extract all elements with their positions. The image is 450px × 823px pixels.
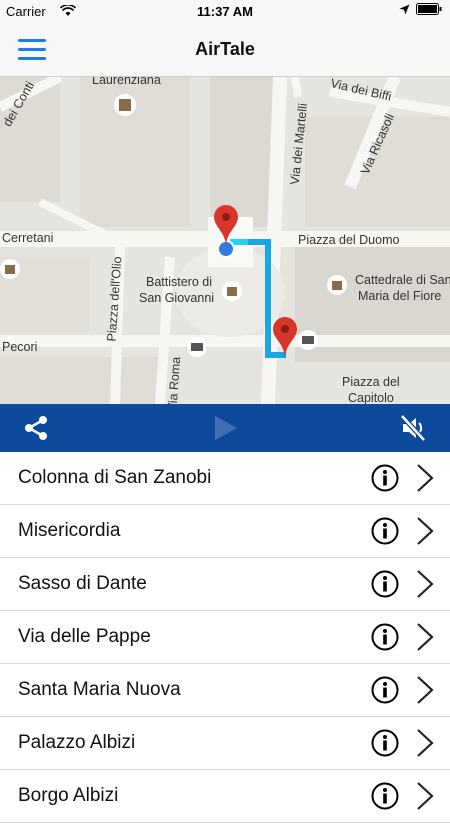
- list-item-label: Sasso di Dante: [18, 573, 147, 594]
- list-item[interactable]: Misericordia: [0, 505, 450, 558]
- chevron-right-icon[interactable]: [414, 675, 436, 705]
- poi-list: Colonna di San Zanobi Misericordia Sasso…: [0, 452, 450, 823]
- list-item-label: Via delle Pappe: [18, 626, 151, 647]
- list-item-label: Palazzo Albizi: [18, 732, 136, 753]
- map-label-maria-del-fiore: Maria del Fiore: [358, 289, 442, 303]
- status-time: 11:37 AM: [197, 4, 253, 19]
- info-icon[interactable]: [371, 517, 399, 545]
- info-icon[interactable]: [371, 623, 399, 651]
- map-label-cerretani: Cerretani: [2, 231, 54, 245]
- chevron-right-icon[interactable]: [414, 569, 436, 599]
- library-poi-icon: [114, 94, 136, 116]
- list-item[interactable]: Palazzo Albizi: [0, 717, 450, 770]
- list-item[interactable]: Santa Maria Nuova: [0, 664, 450, 717]
- chevron-right-icon[interactable]: [414, 781, 436, 811]
- status-bar: Carrier 11:37 AM: [0, 0, 450, 24]
- map-view[interactable]: Laurenziana Via dei Biffi dei Conti Via …: [0, 77, 450, 404]
- mute-icon[interactable]: [398, 412, 430, 444]
- map-label-cattedrale: Cattedrale di San: [355, 273, 450, 287]
- map-label-battistero: Battistero di: [146, 275, 213, 289]
- app-title: AirTale: [195, 39, 255, 59]
- list-item[interactable]: Sasso di Dante: [0, 558, 450, 611]
- play-icon[interactable]: [209, 412, 241, 444]
- info-icon[interactable]: [371, 570, 399, 598]
- camera-poi-icon: [298, 330, 318, 350]
- map-label-san-giovanni: San Giovanni: [139, 291, 215, 305]
- chevron-right-icon[interactable]: [414, 463, 436, 493]
- info-icon[interactable]: [371, 729, 399, 757]
- church-poi-icon: [222, 281, 242, 301]
- list-item[interactable]: Colonna di San Zanobi: [0, 452, 450, 505]
- church-poi-icon: [0, 259, 20, 279]
- list-item-label: Colonna di San Zanobi: [18, 467, 212, 488]
- list-item-label: Santa Maria Nuova: [18, 679, 181, 700]
- camera-poi-icon: [187, 337, 207, 357]
- player-toolbar: [0, 404, 450, 452]
- chevron-right-icon[interactable]: [414, 728, 436, 758]
- map-label-laurenziana: Laurenziana: [92, 77, 161, 87]
- list-item-label: Borgo Albizi: [18, 785, 119, 806]
- battery-icon: [416, 3, 442, 18]
- list-item-label: Misericordia: [18, 520, 121, 541]
- info-icon[interactable]: [371, 676, 399, 704]
- location-arrow-icon: [399, 3, 410, 18]
- map-label-capitolo: Capitolo: [348, 391, 394, 404]
- info-icon[interactable]: [371, 464, 399, 492]
- chevron-right-icon[interactable]: [414, 516, 436, 546]
- church-poi-icon: [327, 275, 347, 295]
- map-label-piazza-del-duomo: Piazza del Duomo: [298, 233, 400, 247]
- navigation-bar: AirTale: [0, 24, 450, 77]
- info-icon[interactable]: [371, 782, 399, 810]
- map-label-piazza-del: Piazza del: [342, 375, 400, 389]
- list-item[interactable]: Borgo Albizi: [0, 770, 450, 823]
- map-label-pecori: Pecori: [2, 340, 38, 354]
- list-item[interactable]: Via delle Pappe: [0, 611, 450, 664]
- share-icon[interactable]: [20, 412, 52, 444]
- chevron-right-icon[interactable]: [414, 622, 436, 652]
